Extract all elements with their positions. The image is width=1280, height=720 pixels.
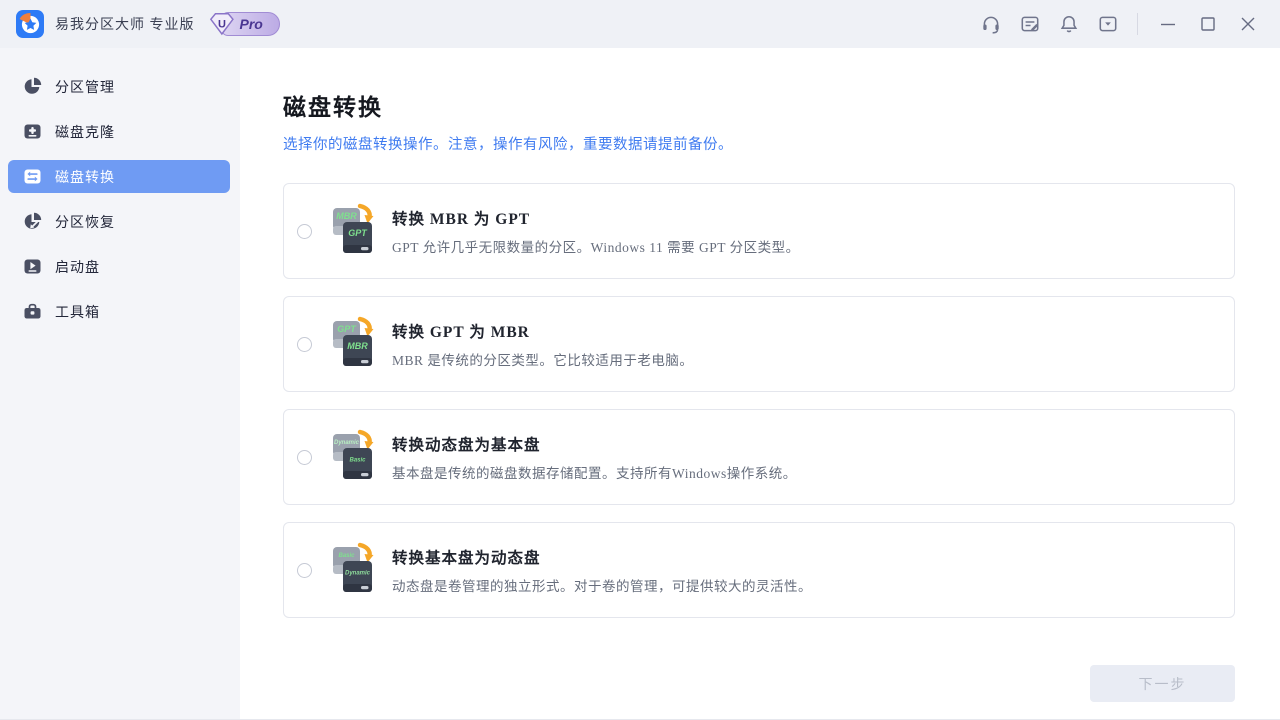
- radio-mbr-to-gpt[interactable]: [297, 224, 312, 239]
- pro-badge-label: Pro: [240, 16, 263, 32]
- sidebar-item-partition-management[interactable]: 分区管理: [8, 70, 230, 103]
- toolbox-icon: [23, 302, 42, 321]
- bell-icon[interactable]: [1058, 13, 1080, 35]
- option-description: MBR 是传统的分区类型。它比较适用于老电脑。: [392, 349, 693, 369]
- menu-dropdown-icon[interactable]: [1097, 13, 1119, 35]
- disk-convert-basic-dynamic-icon: Basic Dynamic: [326, 542, 374, 598]
- sidebar-item-bootable-disk[interactable]: 启动盘: [8, 250, 230, 283]
- sidebar-item-label: 启动盘: [55, 257, 100, 277]
- option-texts: 转换 GPT 为 MBR MBR 是传统的分区类型。它比较适用于老电脑。: [392, 320, 693, 369]
- option-texts: 转换基本盘为动态盘 动态盘是卷管理的独立形式。对于卷的管理，可提供较大的灵活性。: [392, 546, 812, 595]
- radio-basic-to-dynamic[interactable]: [297, 563, 312, 578]
- sidebar-item-label: 磁盘转换: [55, 167, 115, 187]
- disk-clone-icon: [23, 122, 42, 141]
- option-description: GPT 允许几乎无限数量的分区。Windows 11 需要 GPT 分区类型。: [392, 236, 800, 256]
- app-window: 易我分区大师 专业版 U Pro: [0, 0, 1280, 720]
- minimize-button[interactable]: [1158, 14, 1178, 34]
- svg-text:GPT: GPT: [348, 228, 368, 238]
- svg-text:Dynamic: Dynamic: [345, 571, 371, 577]
- pro-badge[interactable]: U Pro: [221, 12, 280, 36]
- pro-u-letter: U: [218, 19, 226, 31]
- disk-convert-dynamic-basic-icon: Dynamic Basic: [326, 429, 374, 485]
- partition-recovery-icon: [23, 212, 42, 231]
- close-button[interactable]: [1238, 14, 1258, 34]
- svg-text:Dynamic: Dynamic: [334, 440, 360, 446]
- svg-text:GPT: GPT: [337, 324, 357, 334]
- sidebar-item-label: 分区管理: [55, 77, 115, 97]
- page-subtitle: 选择你的磁盘转换操作。注意，操作有风险，重要数据请提前备份。: [283, 133, 1235, 154]
- disk-convert-gpt-mbr-icon: GPT MBR: [326, 316, 374, 372]
- title-bar: 易我分区大师 专业版 U Pro: [0, 0, 1280, 48]
- svg-text:Basic: Basic: [349, 458, 366, 464]
- option-texts: 转换 MBR 为 GPT GPT 允许几乎无限数量的分区。Windows 11 …: [392, 207, 800, 256]
- page-title: 磁盘转换: [283, 88, 1235, 122]
- sidebar-item-label: 工具箱: [55, 302, 100, 322]
- option-card-mbr-to-gpt[interactable]: MBR GPT 转换 MBR 为 GPT GPT 允许几乎无限数量的分区。Win…: [283, 183, 1235, 279]
- option-card-dynamic-to-basic[interactable]: Dynamic Basic 转换动态盘为基本盘 基本盘是传统的磁盘数据存储配置。…: [283, 409, 1235, 505]
- app-logo-icon: [16, 10, 44, 38]
- option-description: 基本盘是传统的磁盘数据存储配置。支持所有Windows操作系统。: [392, 462, 797, 482]
- footer-actions: 下一步: [283, 665, 1235, 702]
- feedback-icon[interactable]: [1019, 13, 1041, 35]
- disk-convert-mbr-gpt-icon: MBR GPT: [326, 203, 374, 259]
- bootable-disk-icon: [23, 257, 42, 276]
- next-button[interactable]: 下一步: [1090, 665, 1235, 702]
- disk-convert-icon: [23, 167, 42, 186]
- option-title: 转换动态盘为基本盘: [392, 433, 797, 455]
- option-title: 转换基本盘为动态盘: [392, 546, 812, 568]
- sidebar-item-toolbox[interactable]: 工具箱: [8, 295, 230, 328]
- radio-dynamic-to-basic[interactable]: [297, 450, 312, 465]
- option-title: 转换 GPT 为 MBR: [392, 320, 693, 342]
- app-title: 易我分区大师 专业版: [55, 14, 195, 34]
- svg-text:Basic: Basic: [338, 553, 355, 559]
- svg-text:MBR: MBR: [347, 341, 368, 351]
- option-texts: 转换动态盘为基本盘 基本盘是传统的磁盘数据存储配置。支持所有Windows操作系…: [392, 433, 797, 482]
- sidebar: 分区管理 磁盘克隆 磁盘转换: [0, 48, 240, 720]
- option-card-gpt-to-mbr[interactable]: GPT MBR 转换 GPT 为 MBR MBR 是传统的分区类型。它比较适用于…: [283, 296, 1235, 392]
- option-card-basic-to-dynamic[interactable]: Basic Dynamic 转换基本盘为动态盘 动态盘是卷管理的独立形式。对于卷…: [283, 522, 1235, 618]
- headset-icon[interactable]: [980, 13, 1002, 35]
- option-description: 动态盘是卷管理的独立形式。对于卷的管理，可提供较大的灵活性。: [392, 575, 812, 595]
- svg-text:MBR: MBR: [336, 211, 357, 221]
- sidebar-item-disk-clone[interactable]: 磁盘克隆: [8, 115, 230, 148]
- radio-gpt-to-mbr[interactable]: [297, 337, 312, 352]
- maximize-button[interactable]: [1198, 14, 1218, 34]
- pie-chart-icon: [23, 77, 42, 96]
- pro-u-hex-icon: U: [209, 11, 235, 37]
- sidebar-item-partition-recovery[interactable]: 分区恢复: [8, 205, 230, 238]
- titlebar-actions: [963, 13, 1258, 35]
- sidebar-item-label: 分区恢复: [55, 212, 115, 232]
- option-title: 转换 MBR 为 GPT: [392, 207, 800, 229]
- sidebar-item-disk-convert[interactable]: 磁盘转换: [8, 160, 230, 193]
- titlebar-separator: [1137, 13, 1138, 35]
- main-content: 磁盘转换 选择你的磁盘转换操作。注意，操作有风险，重要数据请提前备份。 MBR …: [240, 48, 1280, 720]
- sidebar-item-label: 磁盘克隆: [55, 122, 115, 142]
